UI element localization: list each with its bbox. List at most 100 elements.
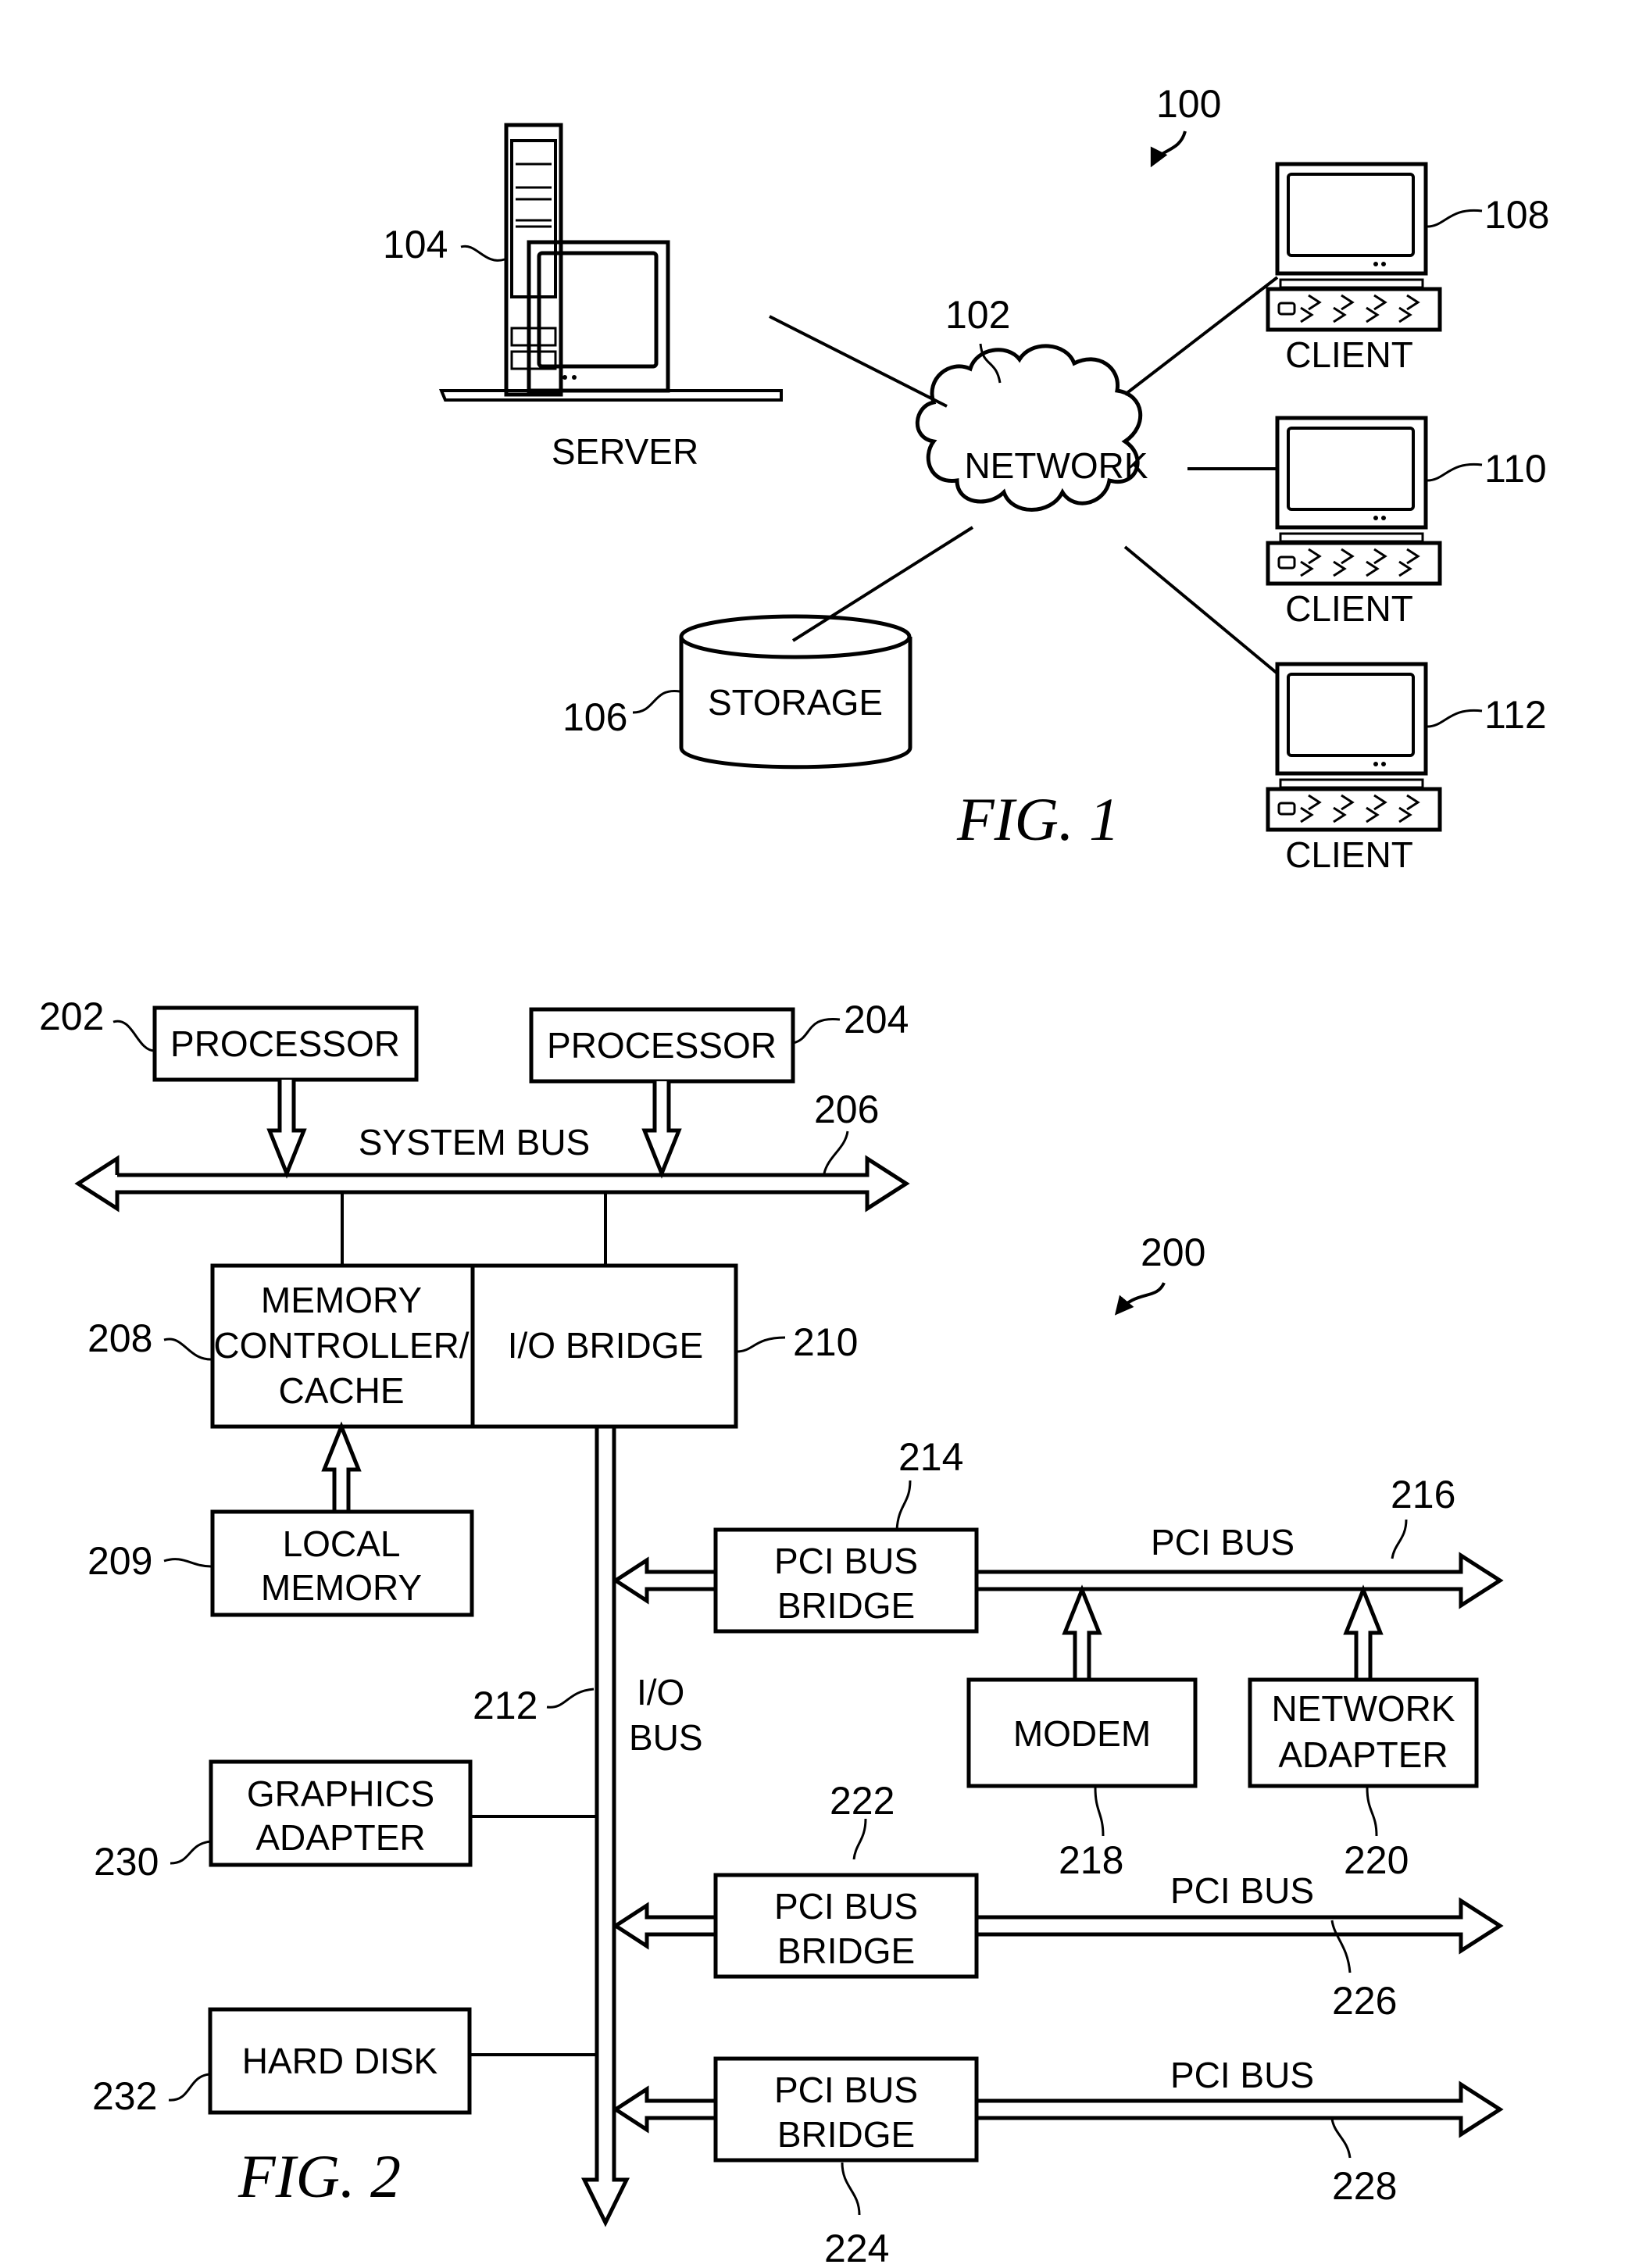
network-node: NETWORK 102 [915,293,1148,512]
pci-bridge-box-group: PCI BUSBRIDGE [713,2056,979,2163]
io-bus-label-line-2: BUS [629,1717,703,1758]
mem-ctrl-line-3: CACHE [278,1370,404,1411]
hard-disk-ref: 232 [92,2074,157,2118]
key-chevron [1341,294,1355,311]
monitor-screen [1287,673,1415,757]
pci-bridge-222: 222 [830,1779,895,1860]
figure-1: 100 104 SERVER NETWORK 102 STORAGE 106 C… [383,82,1549,875]
key-chevron [1398,560,1412,577]
keyboard-slot [1277,555,1296,570]
ref-leader [170,1840,212,1865]
storage-leader [632,690,680,714]
hard-disk-label: HARD DISK [242,2041,438,2081]
client-ref-leader [1427,209,1483,228]
server-ref: 104 [383,223,448,266]
ref-leader [112,1020,155,1052]
mem-ctrl-line-2: CONTROLLER/ [213,1325,469,1366]
io-bridge-label: I/O BRIDGE [508,1325,703,1366]
client-group: CLIENT 108 CLIENT 110 CLIENT 112 [1266,162,1549,875]
keyboard-slot [1277,302,1296,316]
mem-ctrl-line-1: MEMORY [261,1280,422,1320]
client-keyboard-icon [1266,778,1442,832]
key-chevron [1406,294,1420,311]
client-keyboard-icon [1266,532,1442,586]
storage-label: STORAGE [708,682,883,723]
pci-bridge-box-group: PCI BUSBRIDGE [713,1527,979,1634]
hard-disk: HARD DISK 232 [92,2007,595,2118]
pci-bridge-line-2: BRIDGE [777,1930,915,1971]
key-chevron [1300,560,1314,577]
key-chevron [1333,306,1347,323]
pci-bus-216-ref: 216 [1391,1473,1455,1516]
io-bridge: I/O BRIDGE 210 [470,1263,858,1429]
mem-ctrl-ref: 208 [87,1316,152,1360]
monitor-button [1373,762,1378,766]
key-chevron [1406,548,1420,565]
processor-ref: 202 [39,995,104,1038]
client-108-link [1123,276,1279,396]
ref-leader [852,1818,867,1860]
server-network-link [769,315,948,408]
server-monitor-icon [527,240,670,393]
storage-node: STORAGE 106 [562,614,912,770]
pci-bridge-line-1: PCI BUS [774,2070,918,2110]
key-chevron [1366,306,1380,323]
processor-204-arrow [641,1081,682,1179]
io-bus-label-line-1: I/O [637,1672,684,1713]
processor-label: PROCESSOR [170,1023,400,1064]
ref-leader [1094,1787,1105,1837]
client-node: CLIENT 110 [1266,416,1547,629]
graphics-adapter: GRAPHICS ADAPTER 230 [94,1759,595,1884]
local-memory-ref: 209 [87,1539,152,1583]
processor-204: PROCESSOR 204 [529,998,909,1084]
ref-leader [163,1558,212,1568]
pci-bus-226-ref: 226 [1332,1979,1397,2023]
keyboard-stand [1279,778,1424,789]
pci-bus-228-label: PCI BUS [1170,2055,1314,2095]
monitor-button [1373,516,1378,520]
ref-leader [163,1338,212,1361]
key-chevron [1341,794,1355,811]
pci-bus-228-ref: 228 [1332,2164,1397,2208]
client-keyboard-icon [1266,278,1442,332]
server-label: SERVER [552,431,698,472]
client-ref-leader [1427,709,1483,728]
network-adapter-arrow [1343,1584,1384,1680]
network-adapter-line-2: ADAPTER [1278,1734,1448,1775]
network-adapter: NETWORK ADAPTER 220 [1248,1677,1479,1882]
client-label: CLIENT [1285,334,1413,375]
ref-leader [168,2073,210,2102]
ref-number: 200 [1141,1230,1205,1274]
client-112-link [1123,545,1279,675]
graphics-line-1: GRAPHICS [247,1773,434,1814]
processor-202: PROCESSOR 202 [39,995,419,1082]
local-memory-line-2: MEMORY [261,1567,422,1608]
graphics-line-2: ADAPTER [255,1817,425,1858]
local-memory: LOCAL MEMORY 209 [87,1509,474,1617]
system-bus-ref: 206 [814,1088,879,1131]
key-chevron [1308,294,1322,311]
figure-2: 200 PROCESSOR 202 PROCESSOR 204 SYSTEM B… [39,995,1504,2268]
ref-pointer-arrow-icon [1150,130,1187,168]
patent-drawing-sheet: 100 104 SERVER NETWORK 102 STORAGE 106 C… [39,82,1549,2268]
pci-bridge-224-io-arrow [612,2085,716,2134]
pci-bridge-line-2: BRIDGE [777,1585,915,1626]
key-chevron [1366,560,1380,577]
pci-bus-226-label: PCI BUS [1170,1870,1314,1911]
server-node: 104 SERVER [383,123,783,472]
client-ref: 108 [1484,193,1549,237]
server-tower-icon [439,123,783,402]
pci-bridge-box-group: PCI BUSBRIDGE [713,1873,979,1979]
network-adapter-line-1: NETWORK [1271,1688,1455,1729]
pci-bridge-line-1: PCI BUS [774,1541,918,1581]
pci-bridge-boxes: PCI BUSBRIDGEPCI BUSBRIDGEPCI BUSBRIDGE [713,1527,979,2163]
modem-label: MODEM [1013,1713,1151,1754]
ref-leader [736,1336,786,1353]
pci-bridge-line-2: BRIDGE [777,2114,915,2155]
ref-number: 100 [1156,82,1221,126]
pci-bus-216-label: PCI BUS [1151,1522,1295,1563]
system-bus-arrow [74,1155,910,1213]
graphics-ref: 230 [94,1840,159,1884]
key-chevron [1373,548,1387,565]
client-label: CLIENT [1285,834,1413,875]
